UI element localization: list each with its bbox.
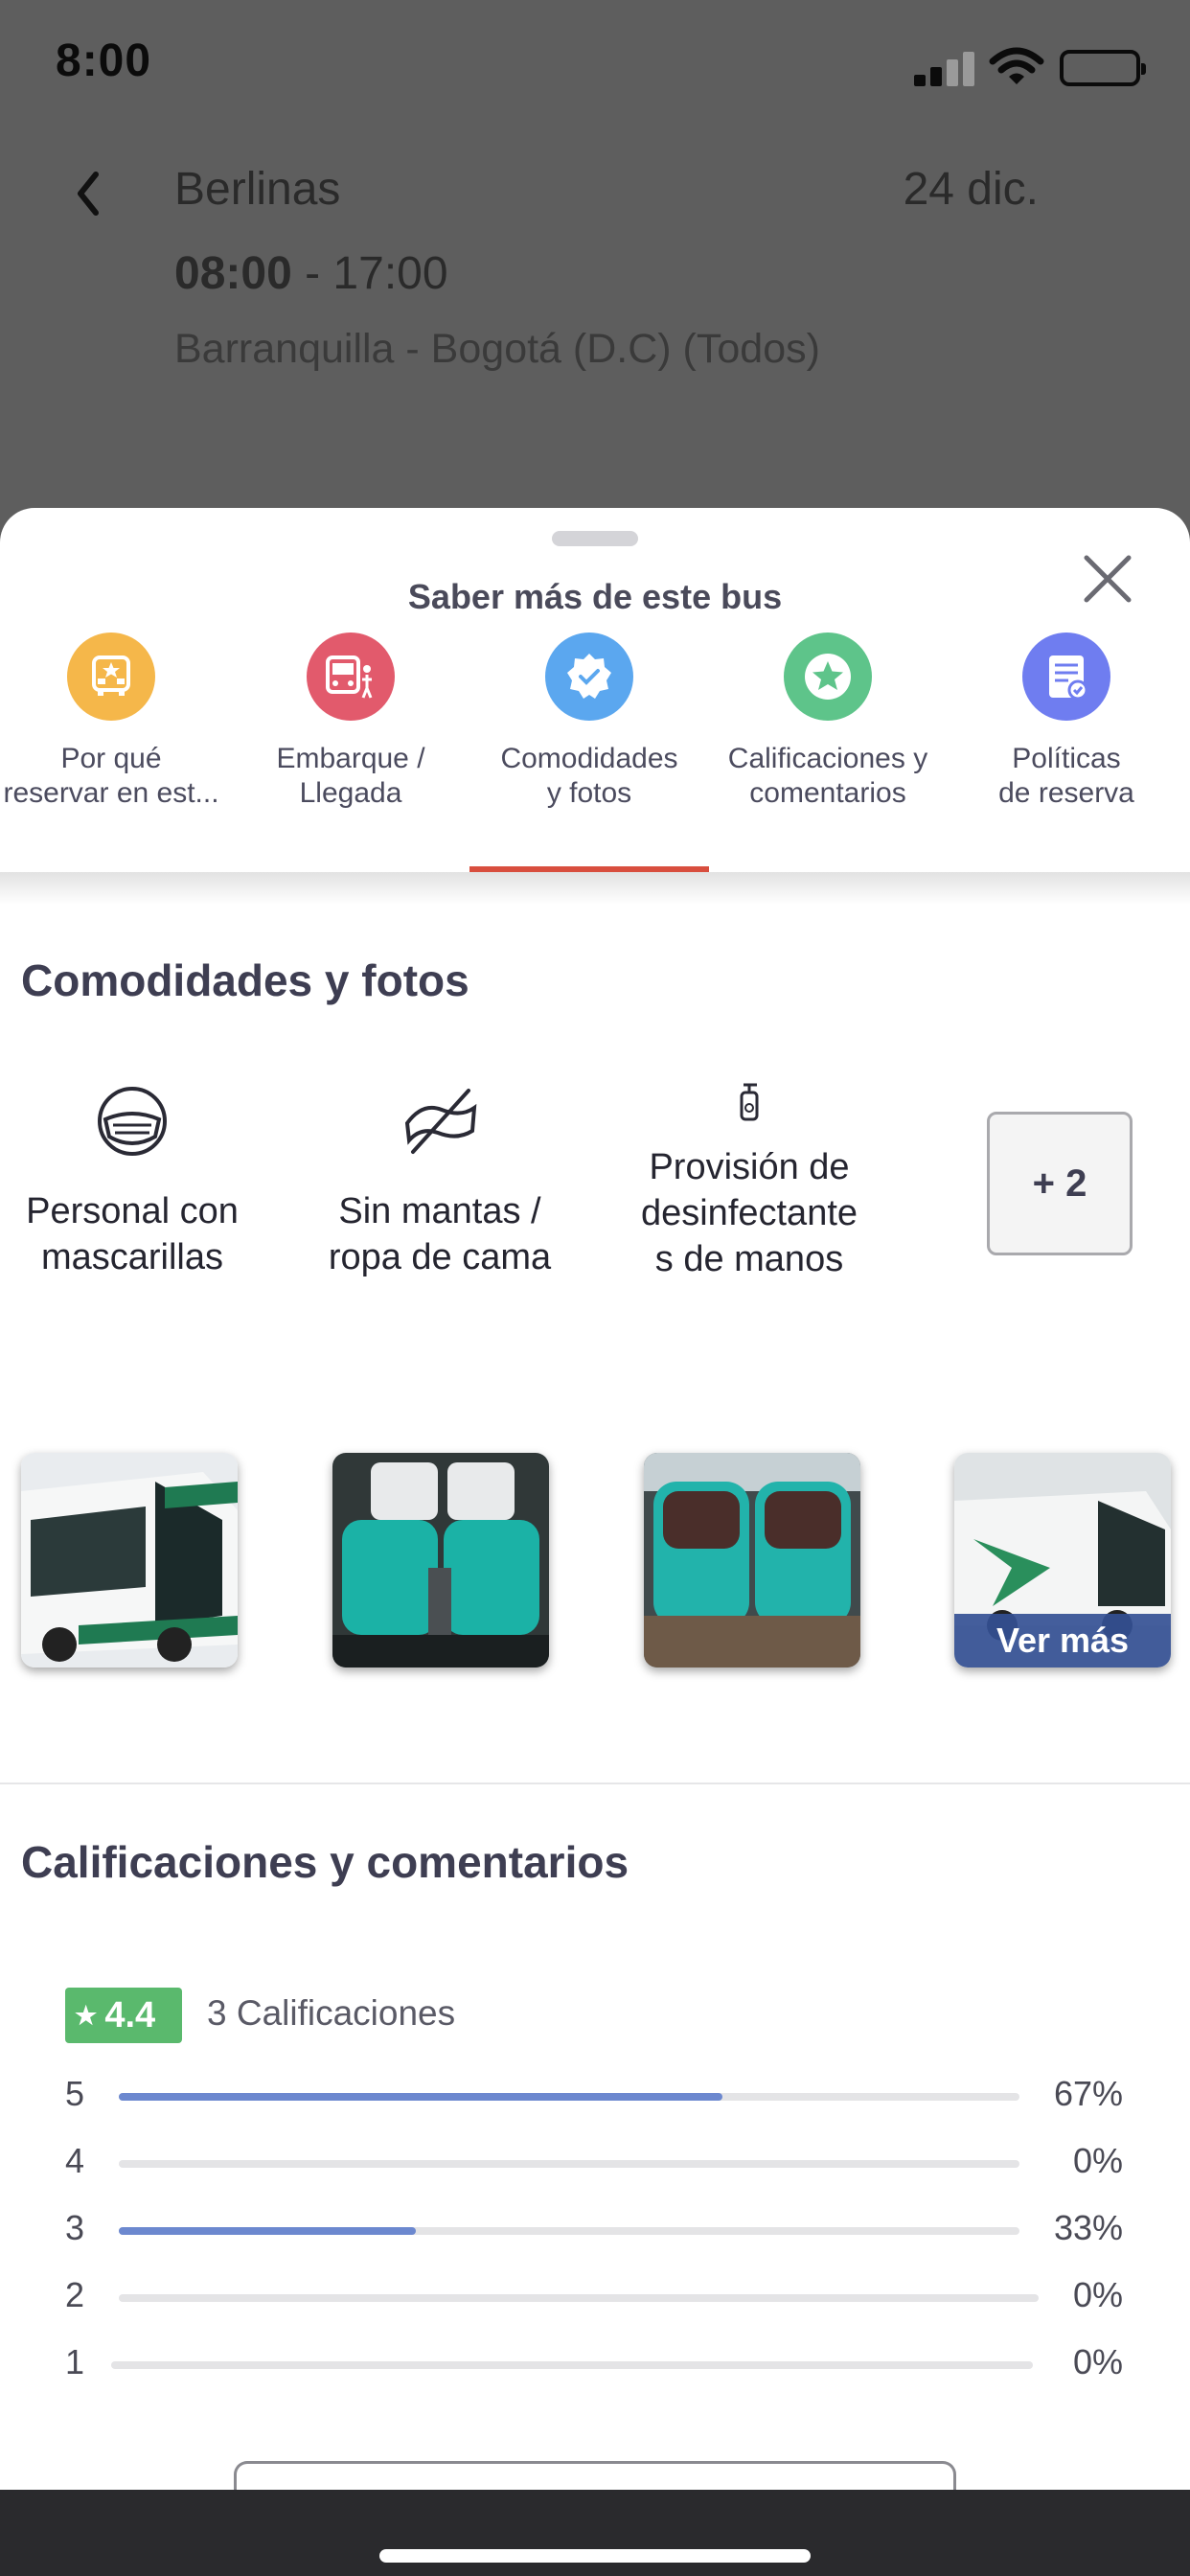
ratings-title: Calificaciones y comentarios xyxy=(21,1837,629,1887)
tab-label: Comodidades y fotos xyxy=(500,743,678,809)
close-icon[interactable] xyxy=(1077,548,1138,610)
operator-name: Berlinas xyxy=(174,164,341,215)
tab-policies[interactable]: Políticas de reserva xyxy=(947,632,1186,901)
back-arrow-icon[interactable] xyxy=(67,165,109,222)
bus-person-icon xyxy=(307,632,395,721)
status-time: 8:00 xyxy=(56,35,152,86)
star-icon xyxy=(784,632,872,721)
rating-bar-track xyxy=(119,2227,1019,2235)
rating-bar-stars: 2 xyxy=(65,2275,85,2314)
rating-bar-stars: 5 xyxy=(65,2074,85,2113)
cellular-signal-icon xyxy=(914,50,977,86)
tab-label: Por qué reservar en est... xyxy=(3,743,219,809)
face-mask-icon xyxy=(98,1087,167,1156)
rating-bar-row: 1 0% xyxy=(0,2336,1190,2394)
tab-amenities[interactable]: Comodidades y fotos xyxy=(469,632,709,901)
rating-bar-row: 2 0% xyxy=(0,2269,1190,2327)
trip-times: 08:00 - 17:00 xyxy=(174,247,448,300)
badge-check-icon xyxy=(545,632,633,721)
wifi-icon xyxy=(989,47,1044,84)
amenity-label: Sin mantas / ropa de cama xyxy=(328,1191,552,1277)
rating-bar-stars: 4 xyxy=(65,2141,85,2180)
tab-boarding[interactable]: Embarque / Llegada xyxy=(231,632,470,901)
amenity-item: Provisión de desinfectante s de manos xyxy=(606,1081,893,1282)
rating-bar-percent: 0% xyxy=(1072,2342,1123,2381)
rating-score: 4.4 xyxy=(104,1995,156,2036)
tabs-shadow xyxy=(0,872,1190,905)
departure-time: 08:00 xyxy=(174,248,292,299)
info-tabs: Por qué reservar en est... Embarque / Ll… xyxy=(0,632,1190,901)
amenities-title: Comodidades y fotos xyxy=(21,955,469,1005)
rating-bar-row: 5 67% xyxy=(0,2068,1190,2126)
more-amenities-button[interactable]: + 2 xyxy=(987,1112,1133,1255)
sheet-grabber[interactable] xyxy=(552,531,638,546)
rating-bar-track xyxy=(119,2160,1019,2168)
amenity-label: Provisión de desinfectante s de manos xyxy=(640,1147,858,1279)
tab-ratings[interactable]: Calificaciones y comentarios xyxy=(708,632,948,901)
battery-icon xyxy=(1060,50,1146,86)
rating-bar-track xyxy=(119,2294,1039,2302)
amenity-item: Personal con mascarillas xyxy=(0,1081,276,1280)
trip-route: Barranquilla - Bogotá (D.C) (Todos) xyxy=(174,326,820,372)
rating-bar-percent: 0% xyxy=(1072,2275,1123,2314)
tab-label: Embarque / Llegada xyxy=(276,743,425,809)
bus-photo-seats[interactable] xyxy=(332,1453,549,1668)
document-check-icon xyxy=(1022,632,1110,721)
amenity-label: Personal con mascarillas xyxy=(26,1191,239,1277)
status-bar: 8:00 xyxy=(0,0,1190,125)
bus-photo-more[interactable]: Ver más xyxy=(954,1453,1171,1668)
rating-bar-stars: 3 xyxy=(65,2208,85,2247)
rating-bar-track xyxy=(119,2093,1019,2101)
home-bar-area xyxy=(0,2490,1190,2576)
rating-bar-fill xyxy=(119,2227,416,2235)
bus-star-icon xyxy=(67,632,155,721)
see-more-photos-label[interactable]: Ver más xyxy=(954,1614,1171,1668)
rating-bar-percent: 67% xyxy=(1053,2074,1123,2113)
trip-header: Berlinas 24 dic. 08:00 - 17:00 Barranqui… xyxy=(0,125,1190,508)
bus-photo-exterior[interactable] xyxy=(21,1453,238,1668)
tab-why-book[interactable]: Por qué reservar en est... xyxy=(0,632,231,901)
amenity-item: Sin mantas / ropa de cama xyxy=(296,1081,584,1280)
arrival-time: - 17:00 xyxy=(291,248,448,299)
no-blanket-icon xyxy=(404,1089,477,1154)
rating-score-badge: ★ 4.4 xyxy=(65,1988,182,2043)
tab-label: Calificaciones y comentarios xyxy=(727,743,928,809)
rating-count: 3 Calificaciones xyxy=(207,1993,456,2033)
rating-bar-stars: 1 xyxy=(65,2342,85,2381)
rating-bar-track xyxy=(111,2361,1033,2369)
sanitizer-icon xyxy=(740,1083,759,1121)
rating-bar-fill xyxy=(119,2093,722,2101)
bus-photo-interior[interactable] xyxy=(644,1453,860,1668)
rating-bar-percent: 0% xyxy=(1072,2141,1123,2180)
rating-bar-row: 3 33% xyxy=(0,2202,1190,2260)
sheet-title: Saber más de este bus xyxy=(407,577,783,616)
rating-bar-percent: 33% xyxy=(1053,2208,1123,2247)
home-indicator[interactable] xyxy=(379,2549,811,2563)
section-divider xyxy=(0,1782,1190,1784)
rating-bar-row: 4 0% xyxy=(0,2135,1190,2193)
star-icon: ★ xyxy=(75,2001,98,2030)
tab-label: Políticas de reserva xyxy=(998,743,1134,809)
trip-date: 24 dic. xyxy=(903,164,1039,215)
